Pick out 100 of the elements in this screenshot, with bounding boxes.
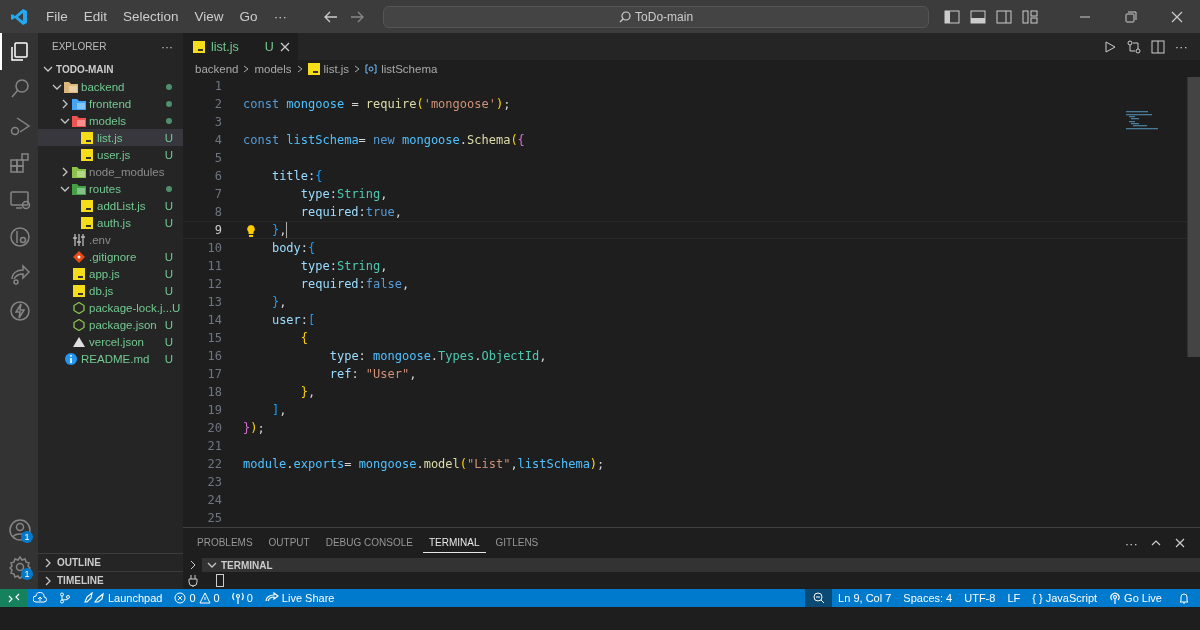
panel-tab[interactable]: DEBUG CONSOLE	[319, 533, 419, 553]
sliders-icon	[72, 233, 85, 246]
line-number: 7	[213, 187, 222, 201]
status-item[interactable]: Launchpad	[77, 589, 169, 607]
line-number: 13	[206, 295, 222, 309]
cloud-icon	[33, 592, 47, 604]
breadcrumb-item[interactable]: backend	[195, 62, 239, 75]
problems-status[interactable]: 0 0	[168, 589, 226, 607]
terminal-cursor	[216, 574, 224, 587]
status-item[interactable]: LF	[1001, 589, 1027, 607]
more-actions-button[interactable]: ···	[161, 39, 173, 54]
more-actions-button[interactable]: ···	[1174, 39, 1188, 54]
explorer-entry-row[interactable]: .env	[38, 231, 183, 248]
explorer-entry-row[interactable]: db.js U	[38, 282, 183, 299]
code-line: type: mongoose.Types.ObjectId,	[329, 349, 547, 363]
explorer-entry-row[interactable]: user.js U	[38, 146, 183, 163]
editor-tab[interactable]: list.js U	[183, 33, 298, 60]
line-number: 23	[206, 475, 222, 489]
code-line: },	[300, 385, 316, 399]
terminal-header[interactable]: TERMINAL	[202, 558, 1200, 572]
git-status-label: U	[164, 284, 173, 297]
code-line: required:false,	[300, 277, 410, 291]
file-name: routes	[89, 182, 122, 195]
file-name: models	[89, 114, 128, 127]
menu-item[interactable]: Edit	[75, 6, 116, 27]
line-number: 14	[206, 313, 222, 327]
status-item[interactable]: Go Live	[1103, 589, 1168, 607]
panel-toggle-icon	[970, 8, 986, 25]
line-number: 3	[213, 115, 222, 129]
breadcrumb-item[interactable]: models	[254, 62, 292, 75]
git-status-label: U	[164, 352, 173, 365]
code-line: const mongoose = require('mongoose');	[243, 97, 511, 111]
more-actions-button[interactable]: ···	[1124, 535, 1138, 551]
close-icon	[1171, 10, 1183, 23]
menu-item[interactable]: Go	[231, 6, 266, 27]
status-item[interactable]: Live Share	[258, 589, 341, 607]
code-line: module.exports= mongoose.model("List",listSchema);	[243, 457, 605, 471]
layout-icon	[1022, 8, 1038, 25]
app-logo-icon	[10, 7, 28, 26]
explorer-entry-row[interactable]: package.json U	[38, 316, 183, 333]
panel-tab[interactable]: PROBLEMS	[191, 533, 259, 553]
status-item[interactable]: Spaces: 4	[897, 589, 959, 607]
chevron-icon	[295, 64, 304, 73]
line-number: 24	[206, 493, 222, 507]
file-name: node_modules	[89, 165, 166, 178]
remote-icon	[7, 592, 20, 604]
js-file-icon	[193, 40, 205, 53]
scrollbar-thumb[interactable]	[1187, 77, 1200, 357]
line-number: 15	[206, 331, 222, 345]
explorer-folder-row[interactable]: node_modules	[38, 163, 183, 180]
git-status-label: U	[164, 335, 173, 348]
explorer-entry-row[interactable]: README.md U	[38, 350, 183, 367]
file-name: frontend	[89, 97, 133, 110]
command-search-field[interactable]: ToDo-main	[383, 5, 930, 28]
explorer-folder-row[interactable]: backend	[38, 78, 183, 95]
status-item[interactable]: 0	[225, 589, 259, 607]
zoom-out-icon	[812, 592, 825, 604]
breadcrumb-item[interactable]: listSchema	[365, 62, 438, 75]
panel-tab[interactable]: TERMINAL	[422, 533, 486, 553]
explorer-entry-row[interactable]: addList.js U	[38, 197, 183, 214]
explorer-entry-row[interactable]: vercel.json U	[38, 333, 183, 350]
file-name: backend	[81, 80, 126, 93]
menu-item[interactable]: View	[186, 6, 232, 27]
file-name: .gitignore	[89, 250, 138, 263]
file-name: .env	[89, 233, 112, 246]
code-line: const listSchema= new mongoose.Schema({	[243, 133, 525, 147]
workspace-header[interactable]: TODO-MAIN	[38, 60, 183, 78]
code-line: type:String,	[300, 187, 388, 201]
language-status[interactable]: { } JavaScript	[1026, 589, 1104, 607]
breadcrumb-item[interactable]: list.js	[307, 62, 350, 75]
explorer-entry-row[interactable]: package-lock.j...U	[38, 299, 183, 316]
explorer-folder-row[interactable]: models	[38, 112, 183, 129]
lightbulb-icon	[246, 224, 256, 238]
explorer-entry-row[interactable]: .gitignore U	[38, 248, 183, 265]
more-menu-button[interactable]: ···	[265, 6, 296, 27]
menu-item[interactable]: File	[38, 6, 76, 27]
explorer-folder-row[interactable]: routes	[38, 180, 183, 197]
bell-icon	[1178, 592, 1190, 604]
code-line: body:{	[271, 241, 316, 255]
file-name: user.js	[97, 148, 132, 161]
js-file-icon	[80, 131, 93, 144]
git-status-label: U	[164, 199, 173, 212]
line-number: 10	[206, 241, 222, 255]
line-number: 5	[213, 151, 222, 165]
explorer-entry-row[interactable]: auth.js U	[38, 214, 183, 231]
menu-item[interactable]: Selection	[115, 6, 187, 27]
status-item[interactable]: Ln 9, Col 7	[832, 589, 898, 607]
secondary-sidebar-icon	[996, 8, 1012, 25]
file-name: auth.js	[97, 216, 132, 229]
explorer-entry-row[interactable]: list.js U	[38, 129, 183, 146]
line-number: 8	[213, 205, 222, 219]
line-number: 9	[213, 223, 222, 237]
panel-tab[interactable]: GITLENS	[489, 533, 545, 553]
code-line: ref: "User",	[329, 367, 417, 381]
error-icon	[174, 592, 187, 604]
explorer-entry-row[interactable]: app.js U	[38, 265, 183, 282]
git-status-label: U	[164, 131, 173, 144]
status-item[interactable]: UTF-8	[958, 589, 1002, 607]
explorer-folder-row[interactable]: frontend	[38, 95, 183, 112]
panel-tab[interactable]: OUTPUT	[262, 533, 316, 553]
